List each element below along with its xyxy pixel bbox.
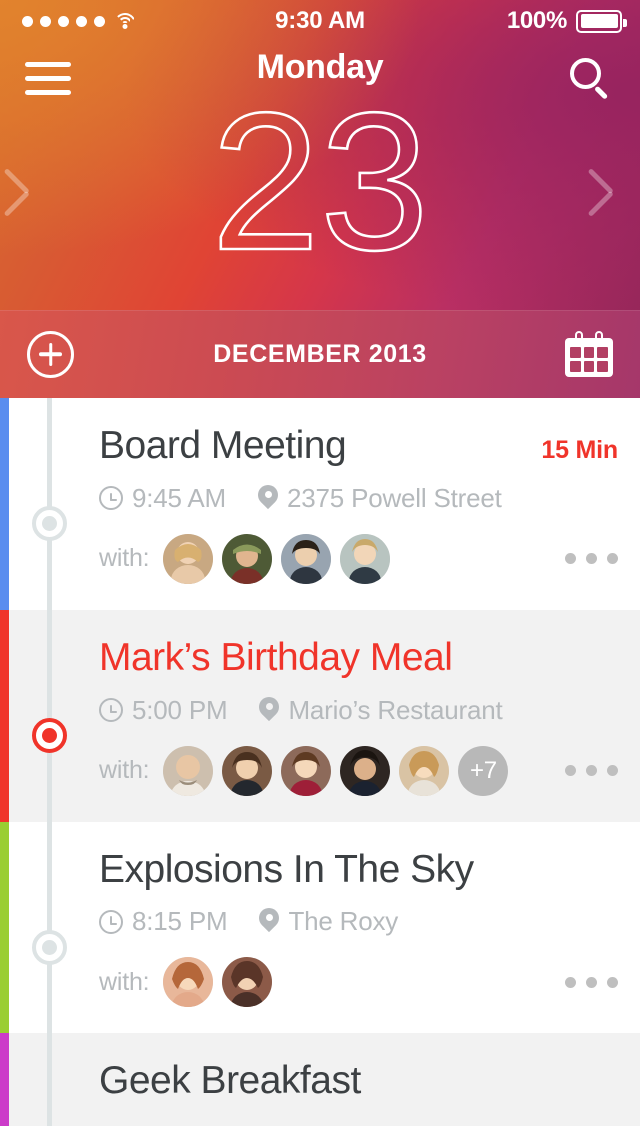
clock-icon bbox=[99, 486, 123, 511]
event-location: 2375 Powell Street bbox=[258, 483, 502, 514]
event-location-label: The Roxy bbox=[288, 906, 399, 937]
location-pin-icon bbox=[259, 697, 279, 724]
more-options-icon[interactable] bbox=[565, 553, 618, 565]
event-time-label: 9:45 AM bbox=[132, 482, 226, 513]
location-pin-icon bbox=[259, 908, 279, 935]
avatar[interactable] bbox=[163, 957, 214, 1008]
battery-percent-label: 100% bbox=[506, 7, 567, 34]
event-list[interactable]: Board Meeting 15 Min 9:45 AM 2375 Powell… bbox=[0, 398, 640, 1126]
event-category-stripe bbox=[0, 1033, 9, 1126]
avatar[interactable] bbox=[340, 533, 391, 584]
svg-text:23: 23 bbox=[211, 109, 429, 269]
page-title: Monday bbox=[256, 48, 384, 86]
event-row-board-meeting[interactable]: Board Meeting 15 Min 9:45 AM 2375 Powell… bbox=[0, 398, 640, 610]
selected-day-number: 23 bbox=[0, 106, 640, 271]
search-icon[interactable] bbox=[568, 56, 614, 102]
event-title: Explosions In The Sky bbox=[99, 847, 474, 891]
clock-icon bbox=[99, 698, 123, 723]
timeline-dot bbox=[32, 929, 67, 965]
timeline-dot bbox=[32, 506, 67, 541]
event-row-geek-breakfast[interactable]: Geek Breakfast bbox=[0, 1033, 640, 1126]
event-row-marks-birthday-meal[interactable]: Mark’s Birthday Meal 5:00 PM Mario’s Res… bbox=[0, 609, 640, 822]
event-location: Mario’s Restaurant bbox=[259, 694, 503, 726]
chevron-right-icon[interactable] bbox=[572, 168, 616, 232]
more-options-icon[interactable] bbox=[565, 976, 618, 988]
event-row-explosions-in-the-sky[interactable]: Explosions In The Sky 8:15 PM The Roxy w… bbox=[0, 821, 640, 1034]
avatar[interactable] bbox=[222, 957, 273, 1008]
status-bar-right: 100% bbox=[506, 0, 627, 42]
attendee-overflow-badge[interactable]: +7 bbox=[458, 745, 509, 796]
battery-icon bbox=[576, 9, 627, 33]
location-pin-icon bbox=[258, 485, 278, 512]
avatar[interactable] bbox=[340, 745, 391, 796]
event-title: Geek Breakfast bbox=[99, 1059, 361, 1103]
avatar[interactable] bbox=[163, 533, 214, 584]
avatar[interactable] bbox=[281, 745, 332, 796]
calendar-app-screen: 9:30 AM 100% Monday 23 DECEMBER 2013 Boa… bbox=[0, 0, 640, 1136]
event-time: 9:45 AM bbox=[99, 483, 226, 514]
avatar[interactable] bbox=[222, 745, 273, 796]
clock-icon bbox=[99, 909, 123, 934]
attendees-label: with: bbox=[99, 967, 150, 996]
attendees-label: with: bbox=[99, 756, 150, 785]
avatar[interactable] bbox=[222, 533, 273, 584]
event-category-stripe bbox=[0, 821, 9, 1034]
more-options-icon[interactable] bbox=[565, 765, 618, 777]
month-bar: DECEMBER 2013 bbox=[0, 310, 640, 398]
avatar[interactable] bbox=[281, 533, 332, 584]
event-duration-badge: 15 Min bbox=[541, 436, 618, 464]
status-bar: 9:30 AM 100% bbox=[0, 0, 640, 42]
attendee-avatars[interactable]: +7 bbox=[163, 745, 509, 796]
month-year-label: DECEMBER 2013 bbox=[213, 339, 427, 368]
calendar-icon[interactable] bbox=[565, 331, 613, 377]
event-category-stripe bbox=[0, 398, 9, 610]
event-location: The Roxy bbox=[259, 906, 398, 937]
event-time: 8:15 PM bbox=[99, 906, 228, 937]
chevron-left-icon[interactable] bbox=[3, 168, 68, 232]
event-location-label: Mario’s Restaurant bbox=[288, 694, 503, 725]
avatar[interactable] bbox=[163, 745, 214, 796]
attendee-avatars[interactable] bbox=[163, 533, 399, 584]
timeline-dot bbox=[32, 717, 67, 753]
event-location-label: 2375 Powell Street bbox=[287, 482, 502, 513]
attendees-label: with: bbox=[99, 544, 150, 573]
event-time: 5:00 PM bbox=[99, 694, 228, 726]
avatar[interactable] bbox=[399, 745, 450, 796]
event-time-label: 8:15 PM bbox=[132, 906, 228, 937]
attendee-avatars[interactable] bbox=[163, 957, 281, 1008]
gradient-header: 9:30 AM 100% Monday 23 bbox=[0, 0, 640, 310]
event-title: Mark’s Birthday Meal bbox=[99, 635, 453, 679]
event-time-label: 5:00 PM bbox=[132, 694, 228, 725]
event-category-stripe bbox=[0, 609, 9, 822]
event-title: Board Meeting bbox=[99, 424, 347, 467]
